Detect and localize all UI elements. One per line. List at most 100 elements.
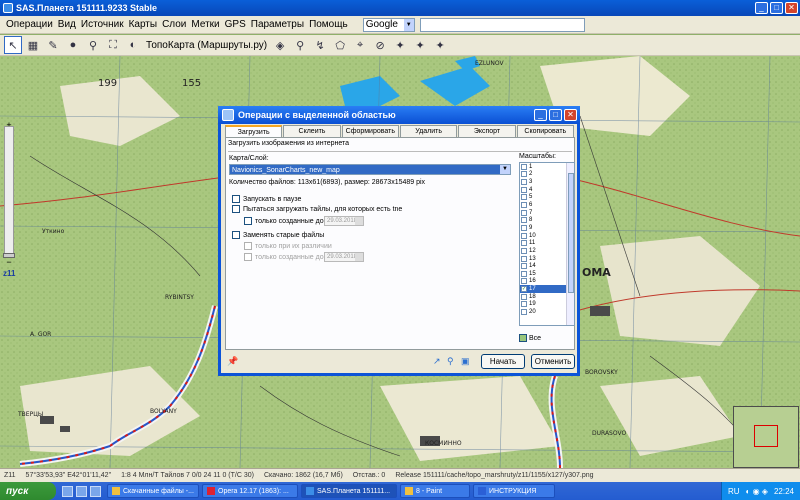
checkbox-box[interactable] bbox=[232, 195, 240, 203]
minimap-viewport[interactable] bbox=[754, 425, 778, 447]
tab-download[interactable]: Загрузить bbox=[225, 125, 283, 137]
replace-old-checkbox[interactable]: Заменять старые файлы bbox=[232, 231, 324, 239]
menu-maps[interactable]: Карты bbox=[129, 19, 158, 30]
polygon-icon[interactable]: ⬠ bbox=[331, 36, 349, 54]
checkbox-box[interactable] bbox=[521, 263, 527, 270]
checkbox-box[interactable] bbox=[521, 171, 527, 178]
checkbox-box[interactable] bbox=[521, 224, 527, 231]
checkbox-box[interactable] bbox=[244, 242, 252, 250]
language-indicator[interactable]: RU bbox=[728, 487, 740, 496]
select-area-icon[interactable]: ▦ bbox=[24, 36, 42, 54]
menu-operations[interactable]: Операции bbox=[6, 19, 53, 30]
only-created-before2-checkbox[interactable]: только созданные до bbox=[244, 253, 324, 261]
checkbox-box[interactable] bbox=[232, 231, 240, 239]
satellite-follow-icon[interactable]: ✦ bbox=[411, 36, 429, 54]
zoom-out-button[interactable]: − bbox=[4, 258, 14, 268]
date-field-2[interactable]: 29.03.2018 bbox=[324, 252, 364, 262]
checkbox-box[interactable] bbox=[232, 205, 240, 213]
zoom-slider[interactable] bbox=[3, 126, 15, 258]
save-icon[interactable]: ▣ bbox=[461, 356, 471, 366]
checkbox-box[interactable] bbox=[521, 163, 527, 170]
taskbar-item-sasplanet[interactable]: SAS.Планета 151111... bbox=[301, 484, 397, 498]
start-button[interactable]: пуск bbox=[0, 482, 56, 500]
tab-delete[interactable]: Удалить bbox=[399, 125, 458, 137]
checkbox-box[interactable] bbox=[521, 186, 527, 193]
scrollbar-thumb[interactable] bbox=[568, 173, 574, 293]
checkbox-box[interactable] bbox=[521, 270, 527, 277]
date-field-1[interactable]: 29.03.2018 bbox=[324, 216, 364, 226]
marker-icon[interactable]: ⚲ bbox=[291, 36, 309, 54]
dialog-minimize-button[interactable]: _ bbox=[534, 109, 547, 121]
pointer-tool-icon[interactable]: ↖ bbox=[4, 36, 22, 54]
ruler-icon[interactable]: ✎ bbox=[44, 36, 62, 54]
tab-generate[interactable]: Сформировать bbox=[341, 125, 399, 137]
search-engine-select[interactable]: Google ▼ bbox=[362, 17, 415, 32]
taskbar-item-instruction[interactable]: ИНСТРУКЦИЯ bbox=[473, 484, 555, 498]
clock[interactable]: 22:24 bbox=[774, 487, 794, 496]
cancel-button[interactable]: Отменить bbox=[531, 354, 575, 369]
current-map-label[interactable]: ТопоКарта (Маршруты.ру) bbox=[144, 40, 269, 51]
maximize-button[interactable]: □ bbox=[770, 2, 783, 14]
satellite-track-icon[interactable]: ✦ bbox=[431, 36, 449, 54]
checkbox-box[interactable] bbox=[521, 240, 527, 247]
checkbox-box[interactable] bbox=[521, 194, 527, 201]
map-layer-select[interactable]: Navionics_SonarCharts_new_map ▼ bbox=[229, 164, 511, 175]
pin-icon[interactable]: 📌 bbox=[227, 356, 238, 367]
taskbar-item-opera[interactable]: Opera 12.17 (1863): ... bbox=[202, 484, 298, 498]
scales-list[interactable]: 1 2 3 4 5 6 7 8 9 10 11 12 13 14 15 16 ✓ 17 18 19 20 bbox=[519, 162, 575, 326]
dialog-titlebar[interactable]: Операции с выделенной областью _ □ ✕ bbox=[218, 106, 580, 124]
all-scales-checkbox[interactable]: Все bbox=[519, 334, 541, 342]
checkbox-box[interactable] bbox=[521, 179, 527, 186]
checkbox-box[interactable] bbox=[521, 255, 527, 262]
globe-icon[interactable]: ● bbox=[64, 36, 82, 54]
menu-marks[interactable]: Метки bbox=[191, 19, 219, 30]
map-source-icon[interactable]: ◐ bbox=[124, 36, 142, 54]
tab-copy[interactable]: Скопировать bbox=[516, 125, 574, 137]
menu-view[interactable]: Вид bbox=[58, 19, 76, 30]
checkbox-box[interactable] bbox=[521, 301, 527, 308]
menu-help[interactable]: Помощь bbox=[309, 19, 348, 30]
quicklaunch-icon[interactable] bbox=[62, 485, 73, 497]
start-paused-checkbox[interactable]: Запускать в паузе bbox=[232, 195, 301, 203]
checkbox-box[interactable] bbox=[521, 308, 527, 315]
start-button[interactable]: Начать bbox=[481, 354, 525, 369]
checkbox-box[interactable] bbox=[521, 202, 527, 209]
zoom-icon[interactable]: ⚲ bbox=[447, 356, 457, 366]
path-icon[interactable]: ↯ bbox=[311, 36, 329, 54]
minimize-button[interactable]: _ bbox=[755, 2, 768, 14]
taskbar-item-paint[interactable]: 8 - Paint bbox=[400, 484, 470, 498]
only-if-diff-checkbox[interactable]: только при их различии bbox=[244, 242, 332, 250]
menu-settings[interactable]: Параметры bbox=[251, 19, 304, 30]
try-load-tne-checkbox[interactable]: Пытаться загружать тайлы, для которых ес… bbox=[232, 205, 402, 213]
checkbox-box[interactable]: ✓ bbox=[521, 286, 527, 293]
zoom-icon[interactable]: ⚲ bbox=[84, 36, 102, 54]
quicklaunch-icon[interactable] bbox=[76, 485, 87, 497]
checkbox-box[interactable] bbox=[519, 334, 527, 342]
tab-stitch[interactable]: Склеить bbox=[283, 125, 341, 137]
close-button[interactable]: ✕ bbox=[785, 2, 798, 14]
scales-scrollbar[interactable] bbox=[566, 163, 574, 325]
fullscreen-icon[interactable]: ⛶ bbox=[104, 36, 122, 54]
checkbox-box[interactable] bbox=[521, 209, 527, 216]
gps-icon[interactable]: ⌖ bbox=[351, 36, 369, 54]
route-icon[interactable]: ↗ bbox=[433, 356, 443, 366]
menu-source[interactable]: Источник bbox=[81, 19, 124, 30]
checkbox-box[interactable] bbox=[521, 247, 527, 254]
stop-icon[interactable]: ⊘ bbox=[371, 36, 389, 54]
satellite-icon[interactable]: ✦ bbox=[391, 36, 409, 54]
minimap[interactable] bbox=[733, 406, 799, 468]
checkbox-box[interactable] bbox=[521, 278, 527, 285]
dialog-close-button[interactable]: ✕ bbox=[564, 109, 577, 121]
checkbox-box[interactable] bbox=[244, 217, 252, 225]
layers-icon[interactable]: ◈ bbox=[271, 36, 289, 54]
checkbox-box[interactable] bbox=[244, 253, 252, 261]
quicklaunch-icon[interactable] bbox=[90, 485, 101, 497]
checkbox-box[interactable] bbox=[521, 232, 527, 239]
checkbox-box[interactable] bbox=[521, 293, 527, 300]
dialog-maximize-button[interactable]: □ bbox=[549, 109, 562, 121]
search-input[interactable] bbox=[419, 17, 585, 32]
checkbox-box[interactable] bbox=[521, 217, 527, 224]
menu-gps[interactable]: GPS bbox=[225, 19, 246, 30]
menu-layers[interactable]: Слои bbox=[162, 19, 186, 30]
only-created-before-checkbox[interactable]: только созданные до bbox=[244, 217, 324, 225]
